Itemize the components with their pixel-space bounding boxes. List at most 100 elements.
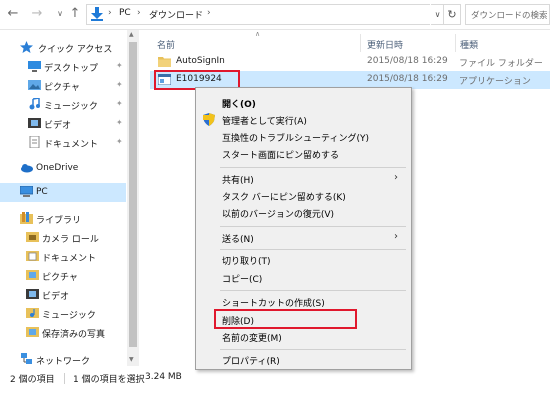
annotation-highlight-delete: [214, 309, 357, 329]
address-bar[interactable]: › PC › ダウンロード ›: [86, 4, 444, 25]
menu-item-label: 管理者として実行(A): [222, 117, 307, 127]
sidebar-item-camera-roll[interactable]: カメラ ロール: [0, 228, 126, 247]
camera-roll-icon: [26, 232, 39, 242]
menu-item-label: 送る(N): [222, 235, 254, 245]
sidebar-label: PC: [36, 187, 48, 197]
sidebar-label: クイック アクセス: [38, 45, 113, 55]
menu-item-cut[interactable]: 切り取り(T): [196, 251, 411, 268]
menu-item-copy[interactable]: コピー(C): [196, 269, 411, 286]
menu-item-restore-previous[interactable]: 以前のバージョンの復元(V): [196, 204, 411, 221]
menu-item-label: コピー(C): [222, 275, 263, 285]
pin-icon: ✦: [116, 137, 123, 146]
recent-locations-chevron-icon[interactable]: ∨: [52, 6, 68, 22]
address-toolbar: ← → ∨ ↑ › PC › ダウンロード › ∨ ↻ ダウンロードの検索: [0, 0, 550, 30]
sidebar-label: ピクチャ: [44, 83, 80, 93]
menu-item-run-as-admin[interactable]: 管理者として実行(A): [196, 111, 411, 128]
menu-item-label: 共有(H): [222, 176, 254, 186]
menu-item-label: 互換性のトラブルシューティング(Y): [222, 134, 369, 144]
breadcrumb-pc[interactable]: PC: [119, 8, 131, 18]
address-dropdown-icon[interactable]: ∨: [430, 4, 444, 25]
column-header-date[interactable]: 更新日時: [367, 38, 403, 51]
breadcrumb-separator-icon: ›: [207, 8, 211, 18]
menu-item-open[interactable]: 開く(O): [196, 94, 411, 111]
sidebar-item-music[interactable]: ミュージック ✦: [0, 95, 126, 114]
status-item-count: 2 個の項目: [10, 375, 55, 385]
column-header-type[interactable]: 種類: [460, 38, 478, 51]
sidebar-label: デスクトップ: [44, 64, 99, 74]
menu-item-label: 名前の変更(M): [222, 334, 282, 344]
video-icon: [26, 289, 39, 299]
sidebar-item-libraries[interactable]: ライブラリ: [0, 209, 126, 228]
sort-ascending-icon: ∧: [255, 30, 261, 38]
navigation-pane: クイック アクセス デスクトップ ✦ ピクチャ ✦ ミュージック ✦ ビデオ ✦…: [0, 30, 140, 367]
sidebar-item-lib-documents[interactable]: ドキュメント: [0, 247, 126, 266]
file-name: AutoSignIn: [176, 56, 225, 66]
file-type: アプリケーション: [459, 77, 531, 87]
menu-separator: [220, 290, 406, 291]
sidebar-item-onedrive[interactable]: OneDrive: [0, 159, 126, 178]
sidebar-label: ビデオ: [44, 121, 72, 131]
refresh-icon[interactable]: ↻: [444, 4, 461, 25]
sidebar-label: OneDrive: [36, 163, 79, 173]
sidebar-label: ライブラリ: [36, 216, 82, 226]
saved-pictures-icon: [26, 327, 39, 337]
sidebar-label: ミュージック: [42, 311, 96, 321]
sidebar-item-desktop[interactable]: デスクトップ ✦: [0, 57, 126, 76]
scroll-down-icon[interactable]: ▼: [129, 356, 134, 363]
network-icon: [21, 353, 32, 364]
sidebar-item-pictures[interactable]: ピクチャ ✦: [0, 76, 126, 95]
sidebar-scrollbar[interactable]: ▲ ▼: [127, 30, 139, 366]
sidebar-item-lib-music[interactable]: ミュージック: [0, 304, 126, 323]
menu-item-label: 開く(O): [222, 100, 256, 110]
sidebar-item-videos[interactable]: ビデオ ✦: [0, 114, 126, 133]
pictures-icon: [26, 270, 39, 280]
menu-item-label: 切り取り(T): [222, 257, 271, 267]
search-input[interactable]: ダウンロードの検索: [465, 4, 550, 25]
menu-item-share[interactable]: 共有(H) ›: [196, 170, 411, 187]
menu-item-troubleshoot[interactable]: 互換性のトラブルシューティング(Y): [196, 128, 411, 145]
forward-arrow-icon[interactable]: →: [29, 6, 45, 22]
menu-item-create-shortcut[interactable]: ショートカットの作成(S): [196, 293, 411, 310]
sidebar-label: ビデオ: [42, 292, 70, 302]
menu-item-label: スタート画面にピン留めする: [222, 151, 340, 161]
menu-item-properties[interactable]: プロパティ(R): [196, 351, 411, 368]
sidebar-label: ミュージック: [44, 102, 98, 112]
star-icon: [20, 41, 33, 53]
menu-item-label: 以前のバージョンの復元(V): [222, 210, 334, 220]
sidebar-item-lib-pictures[interactable]: ピクチャ: [0, 266, 126, 285]
sidebar-item-quick-access[interactable]: クイック アクセス: [0, 38, 126, 57]
up-arrow-icon[interactable]: ↑: [67, 6, 83, 22]
menu-separator: [220, 349, 406, 350]
breadcrumb-separator-icon: ›: [108, 8, 112, 18]
menu-item-pin-taskbar[interactable]: タスク バーにピン留めする(K): [196, 187, 411, 204]
menu-item-rename[interactable]: 名前の変更(M): [196, 328, 411, 345]
sidebar-label: 保存済みの写真: [42, 330, 106, 340]
file-date: 2015/08/18 16:29: [367, 74, 448, 84]
pin-icon: ✦: [116, 118, 123, 127]
pin-icon: ✦: [116, 80, 123, 89]
music-icon: [26, 308, 39, 318]
sidebar-item-lib-videos[interactable]: ビデオ: [0, 285, 126, 304]
uac-shield-icon: [203, 113, 215, 126]
column-header-name[interactable]: 名前: [157, 38, 175, 51]
pin-icon: ✦: [116, 61, 123, 70]
sidebar-item-pc[interactable]: PC: [0, 183, 126, 202]
scroll-up-icon[interactable]: ▲: [129, 31, 134, 38]
breadcrumb-downloads[interactable]: ダウンロード: [149, 8, 203, 21]
folder-icon: [158, 57, 171, 67]
computer-icon: [20, 186, 33, 197]
sidebar-item-documents[interactable]: ドキュメント ✦: [0, 133, 126, 152]
menu-separator: [220, 249, 406, 250]
file-row-folder[interactable]: AutoSignIn 2015/08/18 16:29 ファイル フォルダー: [150, 53, 550, 71]
documents-icon: [26, 251, 39, 261]
sidebar-item-saved-pictures[interactable]: 保存済みの写真: [0, 323, 126, 342]
column-divider[interactable]: [360, 34, 361, 52]
menu-item-pin-start[interactable]: スタート画面にピン留めする: [196, 145, 411, 162]
breadcrumb-separator-icon: ›: [137, 8, 141, 18]
column-divider[interactable]: [455, 34, 456, 52]
menu-item-send-to[interactable]: 送る(N) ›: [196, 229, 411, 246]
back-arrow-icon[interactable]: ←: [5, 6, 21, 22]
submenu-arrow-icon: ›: [394, 231, 398, 242]
desktop-icon: [28, 61, 41, 72]
scrollbar-thumb[interactable]: [129, 42, 137, 347]
